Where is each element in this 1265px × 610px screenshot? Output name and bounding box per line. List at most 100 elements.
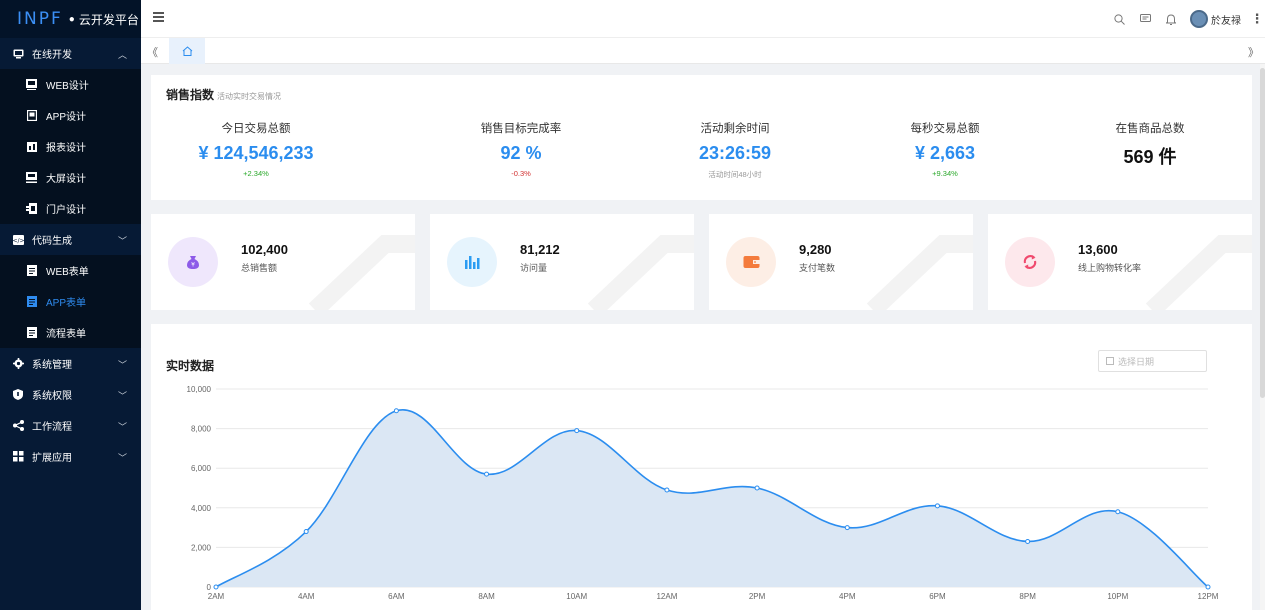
kpi-value: 92 %	[500, 143, 542, 163]
money-bag-icon: ¥	[168, 237, 218, 287]
kpi-per-second-trade: 每秒交易总额 ¥ 2,663 +9.34%	[845, 120, 1045, 178]
stat-card-total-sales: ¥ 102,400 总销售额	[151, 214, 415, 310]
sales-subtitle: 活动实时交易情况	[217, 92, 282, 101]
sidebar-item-screen-design[interactable]: 大屏设计	[0, 162, 141, 193]
sidebar-item-label: WEB设计	[46, 81, 89, 92]
sales-index-title: 销售指数 活动实时交易情况	[166, 86, 281, 103]
gear-icon	[12, 358, 24, 370]
kpi-label: 每秒交易总额	[910, 123, 980, 135]
date-picker[interactable]: 选择日期	[1098, 350, 1207, 372]
page-scrollbar[interactable]	[1260, 64, 1265, 610]
kpi-label: 活动剩余时间	[700, 123, 770, 135]
sidebar-group-label: 系统管理	[32, 360, 72, 371]
app-design-icon	[26, 110, 37, 121]
stat-card-conversion: 13,600 线上购物转化率	[988, 214, 1252, 310]
sidebar-item-flow-form[interactable]: 流程表单	[0, 317, 141, 348]
chevron-down-icon: ﹀	[117, 453, 127, 463]
logo-text: INPF	[17, 9, 63, 29]
screen-design-icon	[26, 172, 37, 183]
menu-toggle-icon[interactable]	[153, 12, 164, 23]
tabs-scroll-left-icon[interactable]: 《	[147, 44, 158, 60]
realtime-data-panel: 实时数据 选择日期	[151, 324, 1252, 610]
kpi-change: -0.3%	[511, 169, 531, 178]
sidebar-group-system-permission[interactable]: 系统权限 ﹀	[0, 379, 141, 410]
web-design-icon	[26, 79, 37, 90]
sidebar-item-label: 流程表单	[46, 329, 86, 340]
stat-value: 13,600	[1078, 242, 1118, 257]
bell-icon[interactable]	[1158, 0, 1184, 38]
sidebar-group-extensions[interactable]: 扩展应用 ﹀	[0, 441, 141, 472]
stat-value: 9,280	[799, 242, 832, 257]
user-name[interactable]: 於友禄	[1211, 12, 1241, 27]
calendar-icon	[1106, 357, 1114, 365]
tabs-scroll-right-icon[interactable]: 》	[1248, 44, 1259, 60]
sidebar-group-label: 系统权限	[32, 391, 72, 402]
tab-bar: 《 》	[141, 38, 1265, 64]
sidebar-item-web-form[interactable]: WEB表单	[0, 255, 141, 286]
sidebar-group-workflow[interactable]: 工作流程 ﹀	[0, 410, 141, 441]
sidebar-group-label: 工作流程	[32, 422, 72, 433]
message-icon[interactable]	[1132, 0, 1158, 38]
sidebar-group-online-dev[interactable]: 在线开发 ︿	[0, 38, 141, 69]
kpi-change: +2.34%	[243, 169, 269, 178]
grid-icon	[12, 451, 24, 463]
search-icon[interactable]	[1106, 0, 1132, 38]
stat-label: 支付笔数	[799, 263, 836, 273]
home-icon	[182, 46, 192, 56]
kpi-label: 在售商品总数	[1115, 123, 1185, 135]
kpi-value: 23:26:59	[698, 143, 772, 163]
sidebar-item-app-design[interactable]: APP设计	[0, 100, 141, 131]
shield-icon	[12, 389, 24, 401]
card-decoration	[866, 235, 973, 310]
report-design-icon	[26, 141, 37, 152]
form-icon	[26, 265, 37, 276]
card-decoration	[587, 235, 694, 310]
bar-chart-icon	[447, 237, 497, 287]
kpi-today-trade: 今日交易总额 ¥ 124,546,233 +2.34%	[156, 120, 356, 178]
sidebar-item-portal-design[interactable]: 门户设计	[0, 193, 141, 224]
chevron-up-icon: ︿	[117, 50, 127, 60]
code-icon: </>	[12, 234, 24, 246]
sidebar-item-report-design[interactable]: 报表设计	[0, 131, 141, 162]
date-picker-placeholder: 选择日期	[1118, 356, 1155, 367]
form-icon	[26, 327, 37, 338]
form-icon	[26, 296, 37, 307]
stat-card-visits: 81,212 访问量	[430, 214, 694, 310]
sidebar-item-label: WEB表单	[46, 267, 89, 278]
kpi-products-on-sale: 在售商品总数 569 件	[1050, 120, 1250, 169]
scrollbar-thumb[interactable]	[1260, 68, 1265, 398]
kpi-change: 活动时间48小时	[708, 170, 762, 179]
sidebar-item-label: 大屏设计	[46, 174, 86, 185]
platform-name: 云开发平台	[78, 12, 139, 27]
kpi-remaining-time: 活动剩余时间 23:26:59 活动时间48小时	[635, 120, 835, 180]
logo[interactable]: INPF ● 云开发平台	[0, 0, 141, 38]
kpi-label: 今日交易总额	[221, 123, 291, 135]
kpi-target-rate: 销售目标完成率 92 % -0.3%	[421, 120, 621, 178]
sidebar: INPF ● 云开发平台 在线开发 ︿ WEB设计 APP设计 报表设计 大屏设…	[0, 0, 141, 610]
chevron-down-icon: ﹀	[117, 360, 127, 370]
sidebar-group-system-management[interactable]: 系统管理 ﹀	[0, 348, 141, 379]
svg-text:¥: ¥	[191, 262, 195, 269]
stat-label: 访问量	[520, 263, 548, 273]
card-decoration	[308, 235, 415, 310]
sidebar-item-app-form[interactable]: APP表单	[0, 286, 141, 317]
chevron-down-icon: ﹀	[117, 391, 127, 401]
workflow-icon	[12, 420, 24, 432]
kpi-value: 569 件	[1123, 147, 1177, 167]
sales-index-panel: 销售指数 活动实时交易情况 今日交易总额 ¥ 124,546,233 +2.34%…	[151, 75, 1252, 200]
kpi-value: ¥ 2,663	[914, 143, 976, 163]
sidebar-group-label: 扩展应用	[32, 453, 72, 464]
kpi-label: 销售目标完成率	[480, 123, 562, 135]
sidebar-item-web-design[interactable]: WEB设计	[0, 69, 141, 100]
logo-dot: ●	[68, 13, 75, 25]
sidebar-group-code-gen[interactable]: </> 代码生成 ﹀	[0, 224, 141, 255]
tab-home[interactable]	[169, 38, 205, 64]
sidebar-item-label: APP表单	[46, 298, 87, 309]
chart-title: 实时数据	[166, 359, 215, 373]
more-icon[interactable]: ⋮	[1249, 11, 1265, 27]
portal-design-icon	[26, 203, 37, 214]
chevron-down-icon: ﹀	[117, 236, 127, 246]
top-header: 於友禄 ⋮	[141, 0, 1265, 38]
chevron-down-icon: ﹀	[117, 422, 127, 432]
avatar[interactable]	[1190, 10, 1208, 28]
